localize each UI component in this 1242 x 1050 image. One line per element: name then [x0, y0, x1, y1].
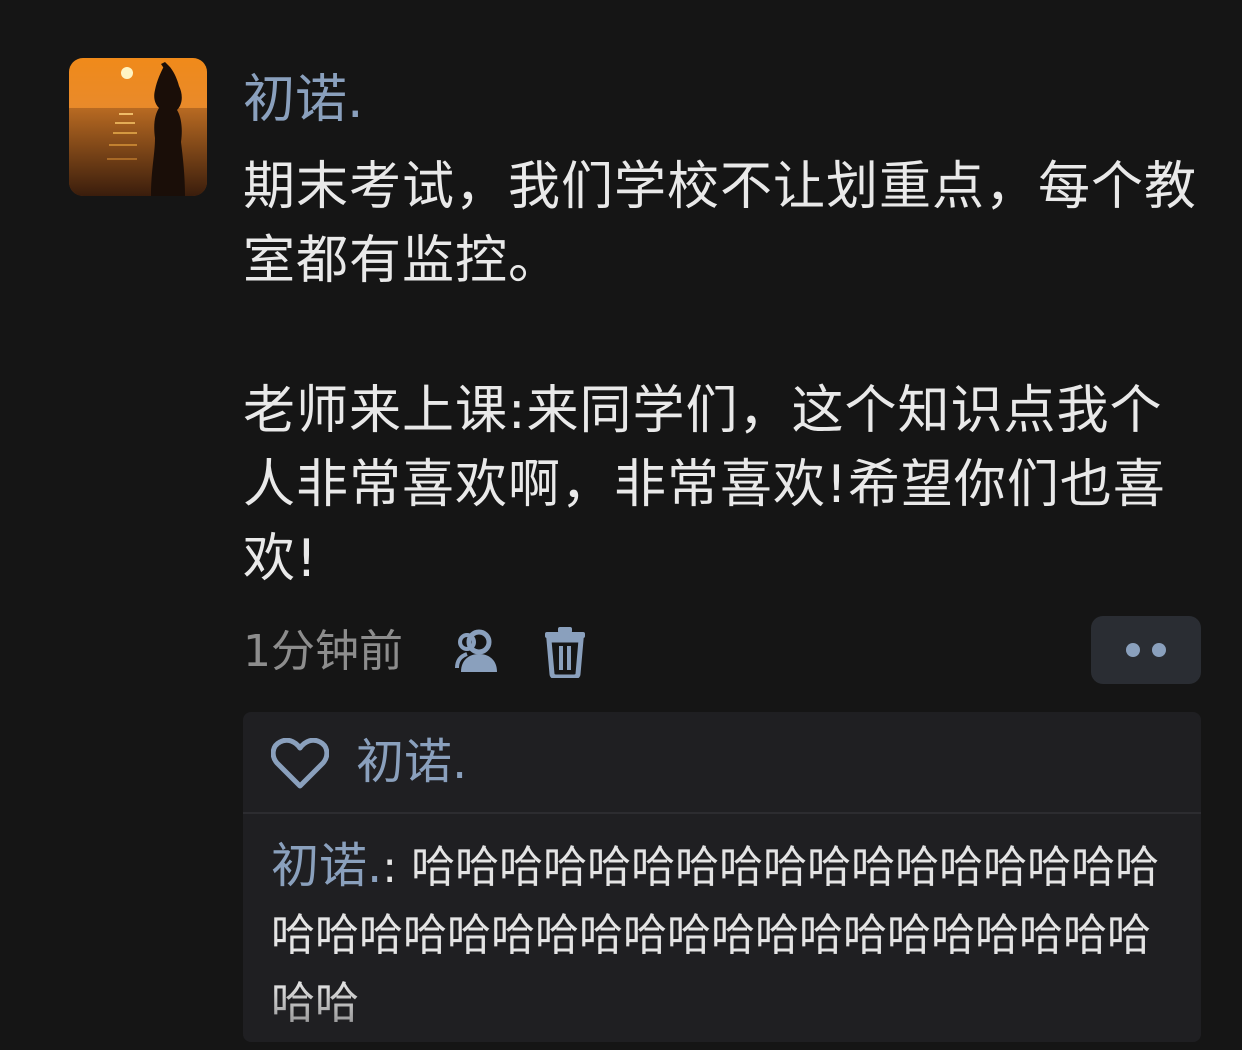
- interaction-panel: 初诺. 初诺.: 哈哈哈哈哈哈哈哈哈哈哈哈哈哈哈哈哈哈哈哈哈哈哈哈哈哈哈哈哈哈哈…: [243, 712, 1201, 1042]
- likes-row: 初诺.: [243, 712, 1201, 814]
- post-author-name[interactable]: 初诺.: [243, 68, 364, 132]
- liked-by-user[interactable]: 初诺.: [356, 732, 467, 792]
- sunset-beach-avatar-icon: [69, 58, 207, 196]
- friends-visibility-icon[interactable]: [449, 628, 505, 676]
- trash-icon[interactable]: [543, 626, 587, 680]
- post-content: 期末考试，我们学校不让划重点，每个教室都有监控。 老师来上课:来同学们，这个知识…: [243, 150, 1203, 596]
- avatar[interactable]: [69, 58, 207, 196]
- more-button[interactable]: [1091, 616, 1201, 684]
- more-dots-icon: [1126, 643, 1166, 657]
- comment-author[interactable]: 初诺.: [271, 838, 382, 894]
- post-paragraph: 老师来上课:来同学们，这个知识点我个人非常喜欢啊，非常喜欢!希望你们也喜欢!: [243, 381, 1166, 589]
- post-timestamp: 1分钟前: [243, 626, 403, 677]
- heart-icon[interactable]: [270, 737, 330, 790]
- post-paragraph: 期末考试，我们学校不让划重点，每个教室都有监控。: [243, 157, 1198, 291]
- comment-item: 初诺.: 哈哈哈哈哈哈哈哈哈哈哈哈哈哈哈哈哈哈哈哈哈哈哈哈哈哈哈哈哈哈哈哈哈哈哈…: [271, 832, 1171, 1038]
- post-meta-row: 1分钟前: [243, 616, 1201, 684]
- comment-separator: :: [382, 842, 412, 893]
